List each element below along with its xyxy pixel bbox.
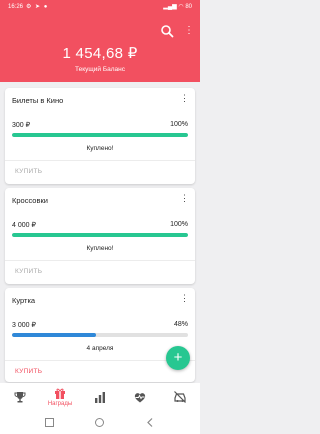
card-percent: 100% — [170, 121, 188, 128]
balance-value: 1 454,68 ₽ — [62, 45, 138, 62]
card-divider — [5, 160, 195, 161]
card-amount: 300 ₽ — [12, 122, 31, 129]
reward-card[interactable]: Билеты в Кино ⋮ 300 ₽ 100% Куплено! КУПИ… — [5, 88, 195, 184]
card-status: 4 апреля — [86, 345, 114, 352]
progress-fill — [12, 133, 188, 137]
app-header: ⋮ 1 454,68 ₽ Текущий Баланс — [0, 14, 200, 82]
bottom-navigation: Награды — [0, 383, 200, 411]
buy-button[interactable]: КУПИТЬ — [15, 268, 42, 275]
card-status: Куплено! — [86, 245, 114, 252]
system-status-icons: ▂▄▆ ◠ 80 — [163, 4, 192, 10]
card-percent: 48% — [173, 321, 188, 328]
buy-button[interactable]: КУПИТЬ — [15, 168, 42, 175]
card-status: Куплено! — [86, 145, 114, 152]
card-percent: 100% — [170, 221, 188, 228]
system-navigation-bar — [0, 411, 200, 434]
nav-item-trophy[interactable] — [0, 383, 40, 411]
heart-pulse-icon — [134, 393, 146, 403]
card-menu-icon[interactable]: ⋮ — [180, 94, 189, 103]
card-menu-icon[interactable]: ⋮ — [180, 194, 189, 203]
more-options-icon[interactable]: ⋮ — [184, 24, 194, 38]
nav-item-stats[interactable] — [80, 383, 120, 411]
reward-card[interactable]: Кроссовки ⋮ 4 000 ₽ 100% Куплено! КУПИТЬ — [5, 188, 195, 284]
home-icon[interactable] — [95, 418, 104, 427]
back-icon[interactable] — [146, 418, 155, 427]
card-title: Кроссовки — [12, 196, 48, 205]
buy-button[interactable]: КУПИТЬ — [15, 368, 42, 375]
gift-icon — [55, 388, 65, 399]
nav-item-health[interactable] — [120, 383, 160, 411]
progress-fill — [12, 333, 97, 337]
nav-item-no-car[interactable] — [160, 383, 200, 411]
reward-card[interactable]: Куртка ⋮ 3 000 ₽ 48% 4 апреля КУПИТЬ — [5, 288, 195, 382]
add-reward-button[interactable]: + — [166, 346, 190, 370]
card-amount: 4 000 ₽ — [12, 222, 36, 229]
card-divider — [5, 260, 195, 261]
trophy-icon — [14, 392, 26, 403]
car-off-icon — [174, 391, 186, 403]
card-amount: 3 000 ₽ — [12, 322, 36, 329]
card-title: Куртка — [12, 296, 36, 305]
progress-track — [12, 233, 188, 237]
progress-track — [12, 333, 188, 337]
progress-fill — [12, 233, 188, 237]
recents-icon[interactable] — [45, 418, 54, 427]
nav-label-rewards: Награды — [47, 401, 73, 407]
battery-level: 80 — [185, 4, 192, 10]
card-title: Билеты в Кино — [12, 96, 64, 105]
progress-track — [12, 133, 188, 137]
search-icon[interactable] — [160, 24, 174, 38]
card-menu-icon[interactable]: ⋮ — [180, 294, 189, 303]
bar-chart-icon — [95, 392, 105, 403]
balance-label: Текущий Баланс — [75, 66, 125, 73]
status-bar: 16:26 ⚙ ➤ ● ▂▄▆ ◠ 80 — [0, 0, 200, 14]
nav-item-rewards[interactable]: Награды — [40, 383, 80, 411]
notification-icons: ⚙ ➤ ● — [26, 4, 49, 10]
status-time: 16:26 — [8, 4, 24, 10]
